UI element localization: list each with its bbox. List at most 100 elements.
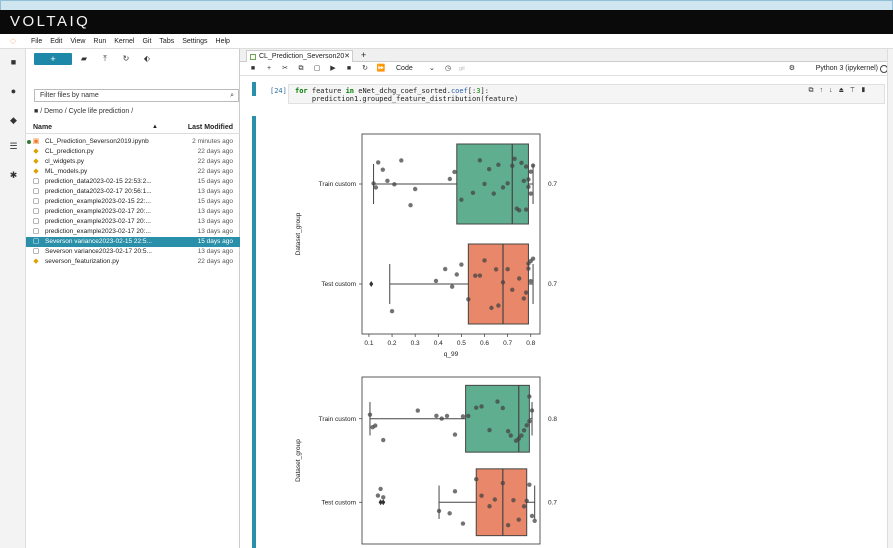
data-point [385,178,390,184]
notebook-area: CL_Prediction_Severson20 ✕ + ■ + ✂ ⧉ ▢ ▶… [240,49,893,548]
data-point [528,279,533,284]
file-icon: ▢ [32,228,40,235]
file-modified: 13 days ago [197,248,233,255]
file-list-header: Name ▲ Last Modified [26,122,240,134]
menu-tabs[interactable]: Tabs [159,38,174,45]
new-folder-icon[interactable]: ▰ [78,53,90,65]
menu-git[interactable]: Git [142,38,151,45]
file-name: Severson variance2023-02-17 20:5... [45,248,152,255]
menu-file[interactable]: File [31,38,42,45]
python-file-icon: ◆ [33,258,39,265]
file-row[interactable]: ▢ Severson variance2023-02-15 22:5... 15 d… [26,237,240,247]
file-browser: + ▰ ⤒ ↻ ⬖ Filter files by name ⌕ ■ / Dem… [26,49,240,548]
data-point [439,416,444,421]
data-point [487,427,492,433]
file-row[interactable]: ▢ prediction_example2023-02-17 20:... 13 d… [26,227,240,237]
x-tick-label: 0.6 [480,340,489,347]
brand-bar: VOLTAIQ [0,10,893,34]
file-row[interactable]: ▢ prediction_example2023-02-15 22:... 15 d… [26,197,240,207]
data-point [367,412,373,417]
data-point [378,486,383,492]
file-row[interactable]: ▣ CL_Prediction_Severson2019.ipynb 2 minut… [26,137,240,147]
data-point [527,394,532,399]
git-icon[interactable]: ◆ [8,115,19,126]
file-name: cl_widgets.py [45,158,85,165]
menu-settings[interactable]: Settings [182,38,207,45]
file-name: prediction_example2023-02-15 22:... [45,198,151,205]
menu-view[interactable]: View [70,38,85,45]
data-point [521,178,527,184]
annotation-label: 0.7 [548,181,557,188]
jupyter-logo-icon: ◌ [10,36,16,47]
filter-files-input[interactable]: Filter files by name ⌕ [34,89,239,102]
breadcrumb[interactable]: ■ / Demo / Cycle life prediction / [34,108,133,115]
extension-icon[interactable]: ✱ [8,170,19,181]
data-point [460,414,466,419]
data-point [511,498,516,503]
x-tick-label: 0.7 [503,340,512,347]
breadcrumb-path: / Demo / Cycle life prediction / [40,108,134,115]
file-row[interactable]: ◆ ML_models.py 22 days ago [26,167,240,177]
data-point [408,203,413,208]
data-point [412,186,418,192]
file-row[interactable]: ▢ prediction_example2023-02-17 20:... 13 d… [26,207,240,217]
menu-kernel[interactable]: Kernel [114,38,134,45]
data-point [452,432,458,437]
data-point [493,267,499,272]
data-point [516,517,521,522]
data-point [447,176,453,182]
data-point [526,184,531,190]
data-point [436,508,442,514]
file-icon: ▢ [32,248,40,255]
file-row[interactable]: ▢ Severson variance2023-02-17 20:5... 13 d… [26,247,240,257]
folder-icon[interactable]: ■ [8,57,19,68]
menu-edit[interactable]: Edit [50,38,62,45]
running-icon[interactable]: ● [8,86,19,97]
column-last-modified[interactable]: Last Modified [188,124,233,131]
data-point [477,273,483,278]
activity-bar: ■ ● ◆ ☰ ✱ [0,49,26,548]
data-point [524,423,529,428]
file-row[interactable]: ▢ prediction_example2023-02-17 20:... 13 d… [26,217,240,227]
data-point [371,181,376,186]
file-row[interactable]: ◆ cl_widgets.py 22 days ago [26,157,240,167]
menu-run[interactable]: Run [93,38,106,45]
python-file-icon: ◆ [33,148,39,155]
file-row[interactable]: ◆ CL_prediction.py 22 days ago [26,147,240,157]
file-row[interactable]: ◆ severson_featurization.py 22 days ago [26,257,240,267]
x-tick-label: 0.3 [411,340,420,347]
upload-icon[interactable]: ⤒ [99,53,111,65]
data-point [482,258,487,263]
outlier-marker [381,499,386,506]
menu-bar: ◌ File Edit View Run Kernel Git Tabs Set… [0,34,893,49]
file-modified: 13 days ago [197,188,233,195]
refresh-icon[interactable]: ↻ [120,53,132,65]
sort-up-icon[interactable]: ▲ [152,124,158,130]
data-point [380,167,386,172]
data-point [500,480,506,486]
file-icon: ▢ [32,178,40,185]
data-point [486,166,492,172]
column-name[interactable]: Name [33,124,52,131]
data-point [523,207,529,212]
data-point [521,428,527,433]
brand-logo: VOLTAIQ [10,13,91,30]
git-clone-icon[interactable]: ⬖ [141,53,153,65]
new-launcher-button[interactable]: + [34,53,72,65]
data-point [487,504,492,509]
right-sidebar [887,49,893,548]
file-row[interactable]: ▢ prediction_data2023-02-17 20:56:1... 13 … [26,187,240,197]
data-point [530,163,536,168]
file-name: Severson variance2023-02-15 22:5... [45,238,152,245]
menu-help[interactable]: Help [216,38,230,45]
data-point [526,266,531,271]
toc-icon[interactable]: ☰ [8,141,19,152]
file-modified: 2 minutes ago [192,138,233,145]
file-icon: ▢ [32,198,40,205]
data-point [516,208,522,213]
data-point [454,272,459,277]
file-row[interactable]: ▢ prediction_data2023-02-15 22:53:2... 15 … [26,177,240,187]
file-name: prediction_data2023-02-15 22:53:2... [45,178,152,185]
data-point [474,476,479,482]
box [475,468,528,537]
